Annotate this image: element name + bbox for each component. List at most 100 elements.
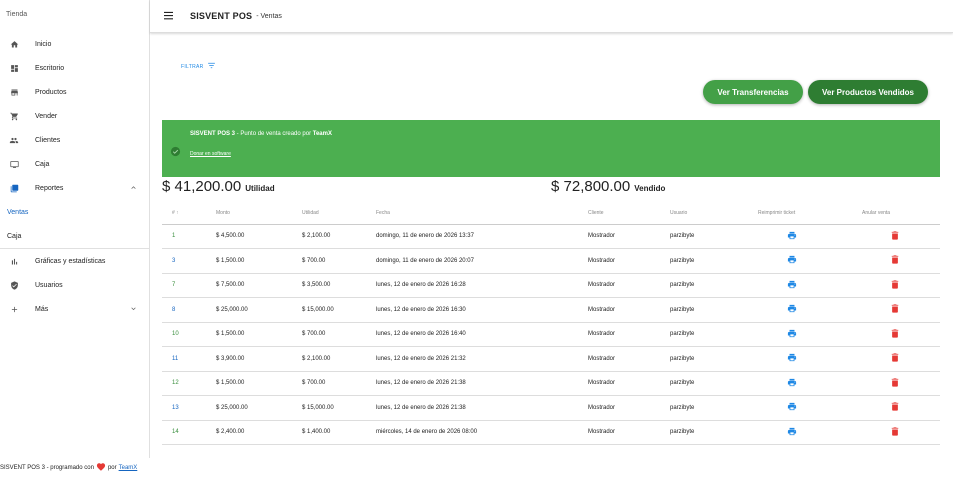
footer-author-link[interactable]: TeamX: [119, 465, 138, 471]
info-alert: SISVENT POS 3 - Punto de venta creado po…: [162, 120, 940, 177]
cell-cliente: Mostrador: [588, 395, 670, 421]
delete-icon[interactable]: [891, 329, 899, 340]
cell-utilidad: $ 15,000.00: [302, 297, 376, 323]
delete-icon[interactable]: [891, 378, 899, 389]
reprint-cell: [752, 224, 856, 249]
cell-usuario: parzibyte: [670, 420, 752, 445]
cell-id: 3: [162, 248, 216, 274]
reprint-cell: [752, 297, 856, 323]
sidebar-subitem-ventas[interactable]: Ventas: [0, 200, 149, 224]
delete-icon[interactable]: [891, 255, 899, 266]
column-header-id[interactable]: # ↑: [162, 202, 216, 225]
cell-utilidad: $ 2,100.00: [302, 346, 376, 372]
sidebar-item-label: Reportes: [35, 184, 64, 192]
cell-fecha: lunes, 12 de enero de 2026 16:40: [376, 322, 588, 347]
cell-monto: $ 1,500.00: [216, 371, 302, 396]
cell-utilidad: $ 700.00: [302, 322, 376, 347]
cell-usuario: parzibyte: [670, 297, 752, 323]
cell-monto: $ 4,500.00: [216, 224, 302, 249]
cell-id: 12: [162, 371, 216, 396]
cell-cliente: Mostrador: [588, 420, 670, 445]
store-icon: [9, 87, 19, 97]
print-icon[interactable]: [787, 305, 797, 315]
delete-icon[interactable]: [891, 427, 899, 438]
print-icon[interactable]: [787, 378, 797, 389]
sidebar-item-clientes[interactable]: Clientes: [0, 128, 149, 152]
table-row: 13 $ 25,000.00 $ 15,000.00 lunes, 12 de ene…: [162, 395, 940, 421]
cell-fecha: domingo, 11 de enero de 2026 13:37: [376, 224, 588, 249]
print-icon[interactable]: [787, 354, 797, 364]
sidebar-item-label: Más: [35, 305, 49, 313]
table-row: 10 $ 1,500.00 $ 700.00 lunes, 12 de enero d…: [162, 322, 940, 347]
cell-id: 13: [162, 395, 216, 421]
sidebar-item-label: Clientes: [35, 136, 61, 144]
sort-arrow-up-icon: ↑: [174, 209, 179, 216]
cell-fecha: lunes, 12 de enero de 2026 21:32: [376, 346, 588, 372]
table-row: 12 $ 1,500.00 $ 700.00 lunes, 12 de enero d…: [162, 371, 940, 396]
cell-usuario: parzibyte: [670, 248, 752, 274]
reprint-cell: [752, 273, 856, 298]
app-title: SISVENT POS: [190, 11, 253, 21]
top-app-bar: SISVENT POS - Ventas: [150, 0, 953, 33]
delete-icon[interactable]: [891, 304, 899, 315]
sidebar-item-label: Inicio: [35, 40, 52, 48]
print-icon[interactable]: [787, 427, 797, 438]
sidebar-item-mas[interactable]: Más: [0, 297, 149, 321]
plus-icon: [9, 304, 19, 314]
cancel-cell: [856, 322, 940, 347]
delete-icon[interactable]: [891, 280, 899, 291]
reprint-cell: [752, 420, 856, 445]
cell-utilidad: $ 700.00: [302, 248, 376, 274]
sidebar-item-label: Productos: [35, 88, 67, 96]
sidebar-subitem-caja[interactable]: Caja: [0, 224, 149, 248]
sidebar-item-caja[interactable]: Caja: [0, 152, 149, 176]
cell-cliente: Mostrador: [588, 224, 670, 249]
cell-fecha: domingo, 11 de enero de 2026 20:07: [376, 248, 588, 274]
sidebar: Tienda Inicio Escritorio Productos Vende…: [0, 0, 150, 458]
sidebar-item-graficas[interactable]: Gráficas y estadísticas: [0, 249, 149, 273]
cell-usuario: parzibyte: [670, 224, 752, 249]
cell-id: 1: [162, 224, 216, 249]
sidebar-item-vender[interactable]: Vender: [0, 104, 149, 128]
sidebar-item-inicio[interactable]: Inicio: [0, 32, 149, 56]
cell-utilidad: $ 700.00: [302, 371, 376, 396]
delete-icon[interactable]: [891, 402, 899, 413]
ver-productos-vendidos-button[interactable]: Ver Productos Vendidos: [808, 80, 928, 104]
print-icon[interactable]: [787, 403, 797, 413]
vendido-label: Vendido: [634, 184, 666, 193]
alert-title: SISVENT POS 3 - Punto de venta creado po…: [190, 131, 332, 137]
filter-button[interactable]: FILTRAR: [181, 62, 216, 71]
print-icon[interactable]: [787, 329, 797, 340]
cell-usuario: parzibyte: [670, 371, 752, 396]
cell-fecha: miércoles, 14 de enero de 2026 08:00: [376, 420, 588, 445]
sidebar-item-label: Gráficas y estadísticas: [35, 257, 106, 265]
check-circle-icon: [170, 144, 181, 157]
menu-icon[interactable]: [163, 7, 175, 25]
sidebar-item-productos[interactable]: Productos: [0, 80, 149, 104]
cart-icon: [9, 111, 19, 121]
ver-transferencias-button[interactable]: Ver Transferencias: [703, 80, 803, 104]
sidebar-item-escritorio[interactable]: Escritorio: [0, 56, 149, 80]
print-icon[interactable]: [787, 256, 797, 266]
sidebar-item-reportes[interactable]: Reportes: [0, 176, 149, 200]
donate-link[interactable]: Donar en software: [190, 151, 231, 157]
delete-icon[interactable]: [891, 231, 899, 242]
table-row: 8 $ 25,000.00 $ 15,000.00 lunes, 12 de ener…: [162, 297, 940, 323]
cell-fecha: lunes, 12 de enero de 2026 16:30: [376, 297, 588, 323]
print-icon[interactable]: [787, 231, 797, 242]
cancel-cell: [856, 371, 940, 396]
filter-label: FILTRAR: [181, 63, 204, 70]
people-icon: [9, 135, 19, 145]
cell-monto: $ 25,000.00: [216, 297, 302, 323]
cancel-cell: [856, 224, 940, 249]
delete-icon[interactable]: [891, 353, 899, 364]
cell-id: 14: [162, 420, 216, 445]
sidebar-item-usuarios[interactable]: Usuarios: [0, 273, 149, 297]
cell-id: 10: [162, 322, 216, 347]
print-icon[interactable]: [787, 280, 797, 291]
column-header-reimprimir: Reimprimir ticket: [752, 202, 856, 225]
utilidad-summary: $ 41,200.00 Utilidad: [162, 178, 275, 195]
table-row: 14 $ 2,400.00 $ 1,400.00 miércoles, 14 de e…: [162, 420, 940, 445]
dashboard-icon: [9, 63, 19, 73]
cell-cliente: Mostrador: [588, 322, 670, 347]
